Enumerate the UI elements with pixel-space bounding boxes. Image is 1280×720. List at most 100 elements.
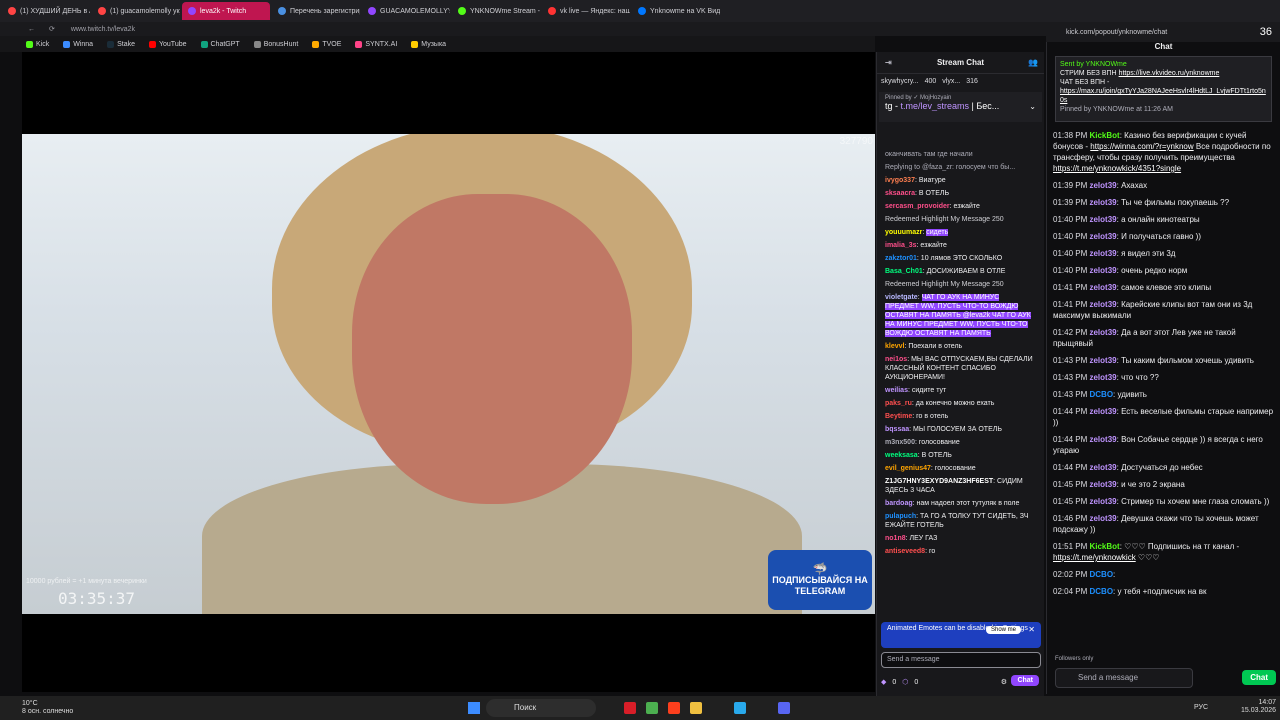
chat-username[interactable]: zelot39: [1089, 300, 1116, 309]
chat-username[interactable]: nei1os: [885, 356, 907, 363]
chat-username[interactable]: Basa_Ch01: [885, 268, 923, 275]
chat-username[interactable]: Z1JG7HNY3EXYD9ANZ3HF6EST: [885, 478, 993, 485]
chat-username[interactable]: DCBO: [1089, 390, 1113, 399]
taskbar-search[interactable]: Поиск: [486, 699, 596, 717]
chat-username[interactable]: bardoag: [885, 500, 913, 507]
bookmark-item[interactable]: SYNTX.AI: [355, 40, 397, 48]
chat-username[interactable]: bqssaa: [885, 426, 909, 433]
chat-link[interactable]: https://winna.com/?r=ynknow: [1090, 142, 1193, 151]
chat-username[interactable]: paks_ru: [885, 400, 912, 407]
chat-username[interactable]: antiseveed8: [885, 548, 925, 555]
opera-icon[interactable]: [624, 702, 636, 714]
popout-chat-input[interactable]: Send a message: [1055, 668, 1193, 688]
chat-link[interactable]: https://t.me/ynknowkick: [1053, 553, 1136, 562]
show-me-button[interactable]: Show me: [985, 626, 1021, 634]
users-icon[interactable]: 👥: [1028, 58, 1038, 67]
bookmark-item[interactable]: YouTube: [148, 40, 187, 48]
url-field[interactable]: www.twitch.tv/leva2k: [71, 26, 135, 33]
stream-chat-send-button[interactable]: Chat: [1011, 675, 1039, 686]
popout-chat-send-button[interactable]: Chat: [1242, 670, 1276, 685]
pinned-link1[interactable]: https://live.vkvideo.ru/ynknowme: [1119, 70, 1220, 77]
bookmark-item[interactable]: Stake: [107, 40, 135, 48]
popout-pinned-message[interactable]: Sent by YNKNOWme СТРИМ БЕЗ ВПН https://l…: [1055, 56, 1272, 122]
chat-username[interactable]: weilias: [885, 387, 908, 394]
browser-tab[interactable]: leva2k - Twitch: [182, 2, 270, 20]
chat-username[interactable]: KickBot: [1089, 542, 1119, 551]
chat-username[interactable]: zakztor01: [885, 255, 917, 262]
chat-username[interactable]: klevvl: [885, 343, 904, 350]
chat-username[interactable]: evil_genius47: [885, 465, 931, 472]
browser-tab[interactable]: YNKNOWme Stream - Wi: [452, 2, 540, 20]
stream-chat-input[interactable]: Send a message: [881, 652, 1041, 668]
chat-username[interactable]: imalia_3s: [885, 242, 917, 249]
bookmark-item[interactable]: ChatGPT: [200, 40, 240, 48]
chat-username[interactable]: zelot39: [1089, 283, 1116, 292]
video-player[interactable]: 327790 10000 рублей = +1 минута вечеринк…: [22, 52, 875, 692]
bookmark-item[interactable]: Kick: [26, 40, 49, 48]
chat-username[interactable]: zelot39: [1089, 463, 1116, 472]
discord-icon[interactable]: [778, 702, 790, 714]
chat-link[interactable]: https://t.me/ynknowkick/4351?single: [1053, 164, 1181, 173]
chat-username[interactable]: DCBO: [1089, 570, 1113, 579]
chat-username[interactable]: zelot39: [1089, 266, 1116, 275]
chat-username[interactable]: zelot39: [1089, 181, 1116, 190]
settings-icon[interactable]: ⚙: [1001, 678, 1007, 686]
back-icon[interactable]: ←: [28, 26, 35, 33]
bookmark-item[interactable]: Музыка: [411, 40, 446, 48]
chat-username[interactable]: youuumazr: [885, 229, 922, 236]
weather-widget[interactable]: 10°C 8 осн. солнечно: [22, 700, 73, 716]
chat-username[interactable]: KickBot: [1089, 131, 1119, 140]
refresh-icon[interactable]: ⟳: [49, 25, 55, 33]
windows-start-icon[interactable]: [468, 702, 480, 714]
chat-username[interactable]: violetgate: [885, 294, 918, 301]
video-frame[interactable]: 327790 10000 рублей = +1 минута вечеринк…: [22, 134, 875, 614]
browser-tab[interactable]: (1) guacamolemolly укуре: [92, 2, 180, 20]
bits-icon[interactable]: ◆: [881, 678, 886, 686]
bookmark-item[interactable]: BonusHunt: [253, 40, 298, 48]
chat-username[interactable]: zelot39: [1089, 514, 1116, 523]
chat-username[interactable]: m3nx500: [885, 439, 915, 446]
chat-username[interactable]: weeksasa: [885, 452, 918, 459]
chat-username[interactable]: zelot39: [1089, 249, 1116, 258]
points-icon[interactable]: ⬡: [902, 678, 908, 686]
bookmark-item[interactable]: TVOE: [312, 40, 341, 48]
extension-counter[interactable]: 36: [1260, 26, 1272, 38]
browser-tab[interactable]: vk live — Яндекс: нашёл: [542, 2, 630, 20]
pinned-link2[interactable]: https://max.ru/join/gxTyYJa28NAJeeHsvlr4…: [1060, 87, 1267, 105]
chat-username[interactable]: DCBO: [1089, 587, 1113, 596]
chat-username[interactable]: zelot39: [1089, 407, 1116, 416]
browser-tab[interactable]: (1) ХУДШИЙ ДЕНЬ в АФР: [2, 2, 90, 20]
chat-username[interactable]: zelot39: [1089, 435, 1116, 444]
yandex-icon[interactable]: [668, 702, 680, 714]
chat-username[interactable]: zelot39: [1089, 373, 1116, 382]
chat-username[interactable]: sercasm_provoider: [885, 203, 950, 210]
chat-username[interactable]: zelot39: [1089, 215, 1116, 224]
close-icon[interactable]: ✕: [1028, 625, 1035, 634]
bookmark-item[interactable]: Winna: [63, 40, 93, 48]
chat-username[interactable]: sksaacra: [885, 190, 915, 197]
chevron-down-icon[interactable]: ⌄: [1029, 102, 1036, 111]
taskbar-clock[interactable]: 14:07 15.03.2026: [1241, 699, 1276, 715]
language-indicator[interactable]: РУС: [1194, 704, 1208, 711]
pinned-link[interactable]: t.me/lev_streams: [901, 101, 970, 111]
browser-tab[interactable]: Перечень зарегистриро: [272, 2, 360, 20]
chat-username[interactable]: pulapuch: [885, 513, 916, 520]
telegram-icon[interactable]: [734, 702, 746, 714]
chat-username[interactable]: ivygo337: [885, 177, 915, 184]
pinned-message[interactable]: Pinned by ✓ MojHozyain tg - t.me/lev_str…: [879, 92, 1042, 122]
chat-username[interactable]: Beytime: [885, 413, 912, 420]
chat-username[interactable]: zelot39: [1089, 198, 1116, 207]
collapse-chat-icon[interactable]: ⇥: [885, 58, 892, 67]
chat-username[interactable]: zelot39: [1089, 328, 1116, 337]
chat-username[interactable]: zelot39: [1089, 232, 1116, 241]
folder-icon[interactable]: [690, 702, 702, 714]
followers-only-label: Followers only: [1055, 656, 1094, 662]
chat-username[interactable]: zelot39: [1089, 497, 1116, 506]
chat-username[interactable]: zelot39: [1089, 356, 1116, 365]
chat-username[interactable]: zelot39: [1089, 480, 1116, 489]
chat-username[interactable]: no1n8: [885, 535, 906, 542]
browser-tab[interactable]: Ynknowme на VK Видео: [632, 2, 720, 20]
browser-tab[interactable]: GUACAMOLEMOLLY's Vi: [362, 2, 450, 20]
popout-url[interactable]: kick.com/popout/ynknowme/chat: [1066, 29, 1167, 36]
chrome-icon[interactable]: [646, 702, 658, 714]
